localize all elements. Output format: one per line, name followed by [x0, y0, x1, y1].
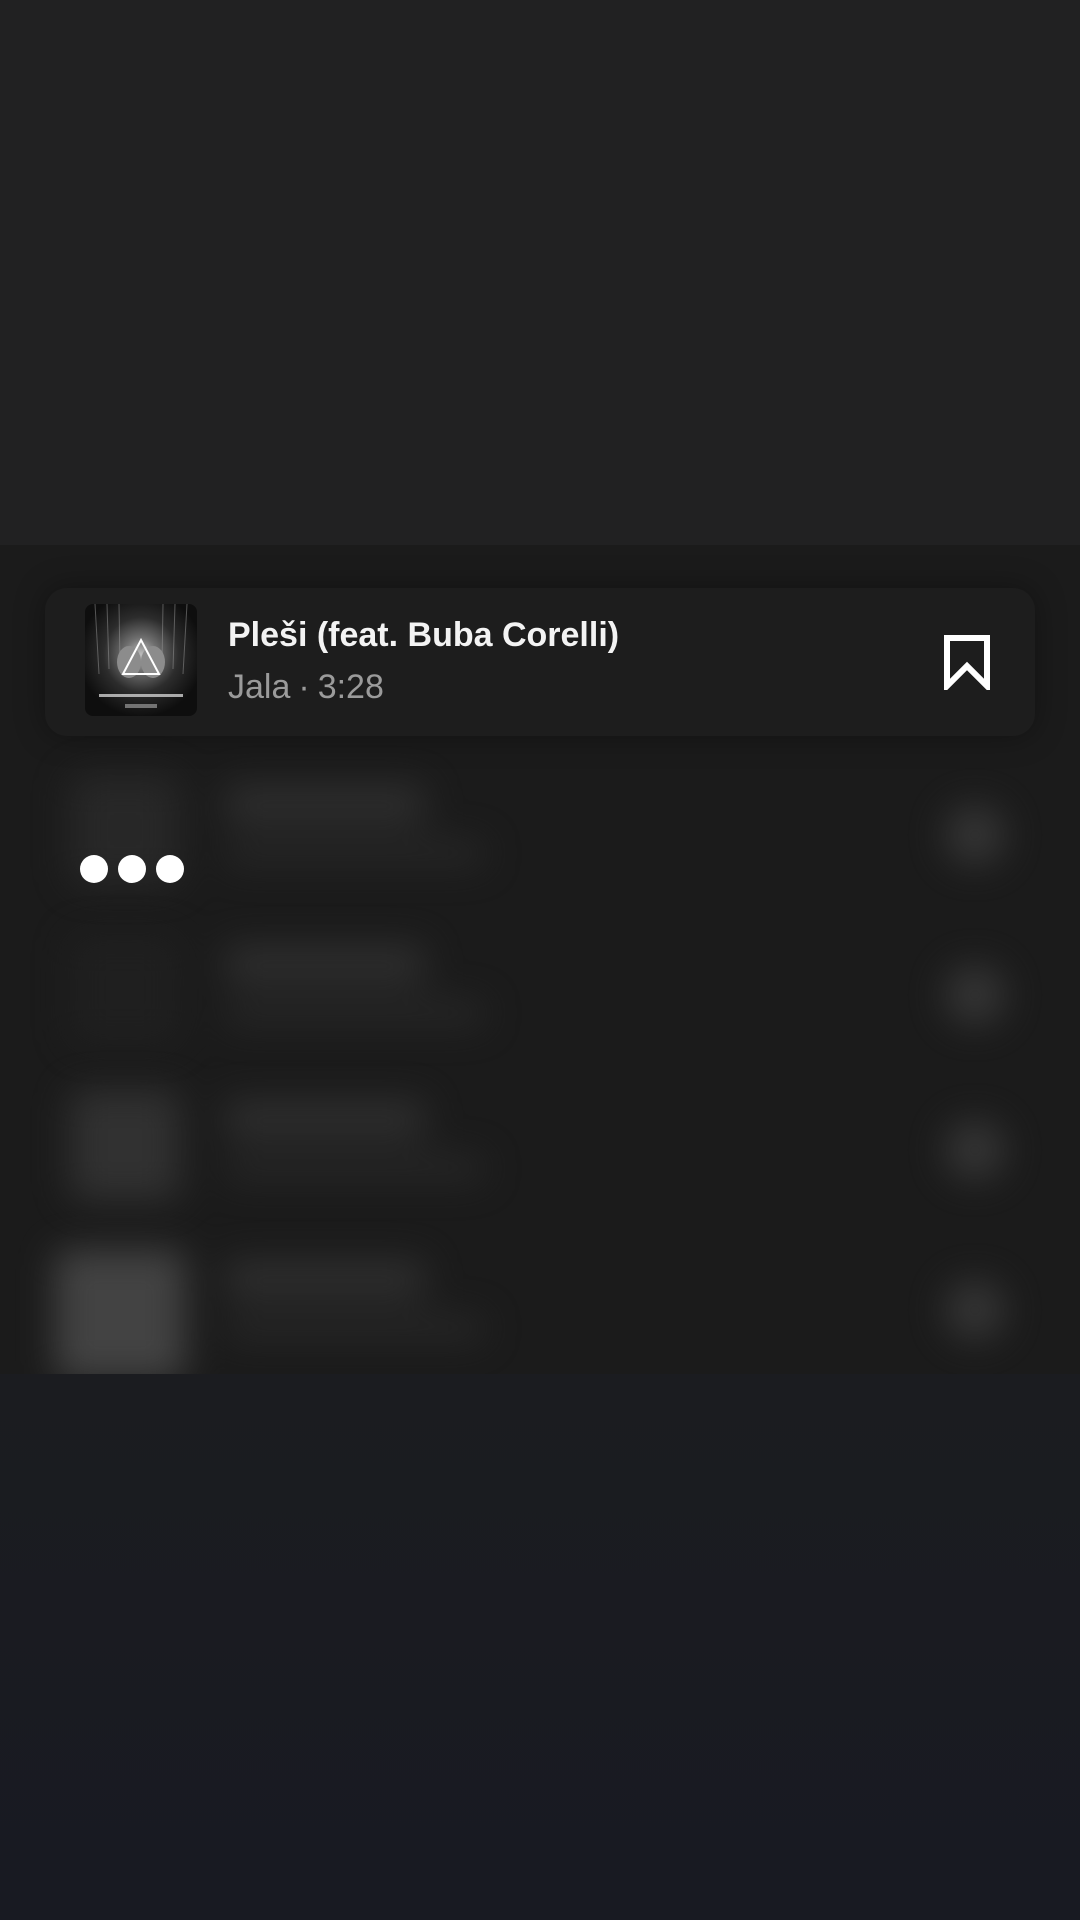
song-duration: 3:28 — [317, 668, 384, 706]
bookmark-icon — [944, 635, 990, 690]
song-title: Pleši (feat. Buba Corelli) — [228, 616, 620, 654]
blurred-list-item — [0, 910, 1080, 1060]
song-artist: Jala — [228, 668, 291, 706]
selected-song-card[interactable]: Pleši (feat. Buba Corelli) Jala · 3:28 — [45, 588, 1035, 736]
indicator-dot — [80, 855, 108, 883]
meta-separator: · — [298, 668, 310, 706]
album-artwork-graphic — [94, 604, 188, 708]
album-artwork — [85, 604, 197, 716]
song-meta: Jala · 3:28 — [228, 668, 384, 707]
dimmed-backdrop-top[interactable] — [0, 0, 1080, 545]
dimmed-backdrop-bottom[interactable] — [0, 1374, 1080, 1920]
blurred-list-item — [0, 1225, 1080, 1375]
screen: Pleši (feat. Buba Corelli) Jala · 3:28 — [0, 0, 1080, 1920]
bookmark-button[interactable] — [935, 630, 999, 694]
indicator-dot — [156, 855, 184, 883]
blurred-list-item — [0, 1065, 1080, 1215]
ellipsis-typing-indicator — [80, 855, 184, 883]
indicator-dot — [118, 855, 146, 883]
